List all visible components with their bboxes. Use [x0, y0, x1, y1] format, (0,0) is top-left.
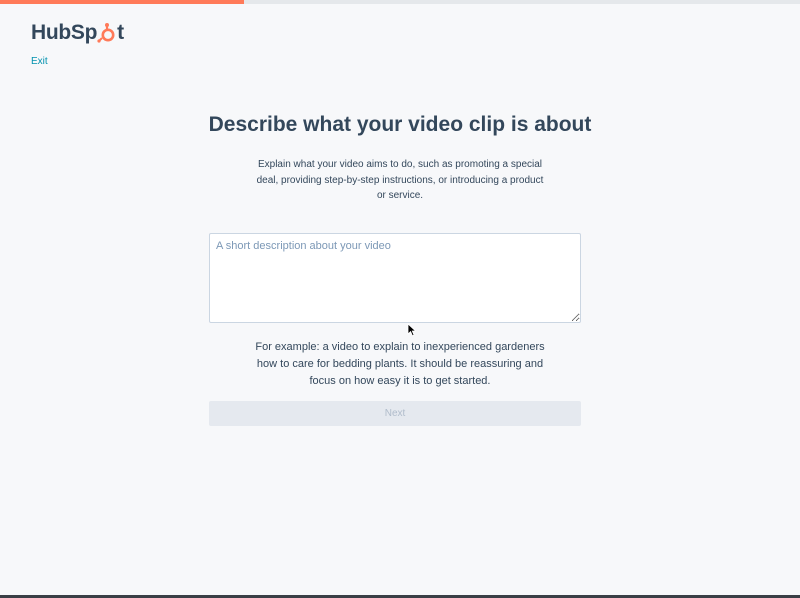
- logo-text-start: HubSp: [31, 21, 98, 44]
- exit-link[interactable]: Exit: [31, 56, 48, 67]
- video-description-input[interactable]: [209, 233, 581, 323]
- example-text: For example: a video to explain to inexp…: [255, 341, 545, 387]
- progress-fill: [0, 0, 244, 4]
- intro-text: Explain what your video aims to do, such…: [256, 159, 544, 201]
- progress-bar: [0, 0, 800, 4]
- page-title: Describe what your video clip is about: [208, 113, 592, 136]
- logo-text-end: t: [117, 21, 124, 44]
- next-button[interactable]: Next: [209, 401, 581, 426]
- hubspot-logo: HubSp t: [31, 20, 124, 46]
- sprocket-icon: [96, 22, 118, 44]
- mouse-pointer-icon: [407, 323, 417, 337]
